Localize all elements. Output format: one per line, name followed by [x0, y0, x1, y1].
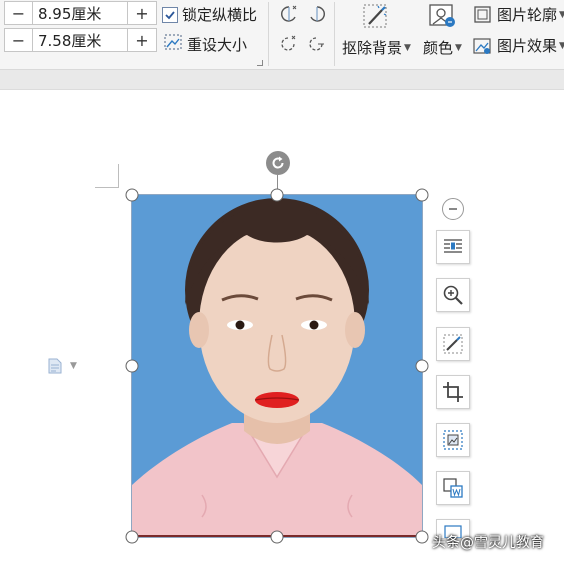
rotate-icon: [272, 156, 284, 169]
rotate-handle[interactable]: [266, 151, 290, 175]
flip-vertical-button[interactable]: [306, 34, 328, 54]
rotate-left-button[interactable]: [278, 4, 300, 24]
layout-options-button[interactable]: [436, 230, 470, 264]
quick-remove-background-button[interactable]: [436, 327, 470, 361]
dropdown-caret-icon: ▼: [70, 361, 77, 371]
remove-background-button[interactable]: 抠除背景 ▼: [342, 37, 411, 58]
crop-icon: [443, 382, 463, 402]
dropdown-caret-icon: ▼: [404, 42, 411, 53]
remove-bg-icon: [443, 334, 463, 354]
height-input[interactable]: 7.58厘米: [33, 29, 128, 51]
height-increase-button[interactable]: +: [128, 29, 156, 51]
width-increase-button[interactable]: +: [128, 2, 156, 24]
width-decrease-button[interactable]: −: [5, 2, 33, 24]
picture-outline-button[interactable]: 图片轮廓 ▼: [472, 4, 564, 25]
flip-horizontal-button[interactable]: [278, 34, 300, 54]
picture-outline-icon: [474, 5, 491, 23]
dropdown-caret-icon: ▼: [455, 42, 462, 53]
resize-handle-bottom-left[interactable]: [125, 530, 139, 544]
rotate-right-icon: [310, 6, 325, 22]
lock-aspect-ratio-label: 锁定纵横比: [182, 6, 258, 24]
resize-handle-bottom-right[interactable]: [415, 530, 429, 544]
crop-button[interactable]: [436, 375, 470, 409]
zoom-picture-button[interactable]: [436, 278, 470, 312]
dropdown-caret-icon: ▼: [559, 9, 564, 20]
document-icon: [48, 358, 62, 374]
width-input[interactable]: 8.95厘米: [33, 2, 128, 24]
picture-effects-label: 图片效果: [497, 37, 558, 55]
picture-effects-icon: [473, 37, 491, 54]
color-button[interactable]: 颜色 ▼: [423, 37, 462, 58]
picture-frame-icon: [443, 430, 463, 450]
remove-background-icon-button[interactable]: [360, 2, 390, 30]
zoom-icon: [443, 285, 463, 305]
dropdown-caret-icon: ▼: [559, 40, 564, 51]
collapse-icon: [449, 208, 457, 210]
picture-frame-button[interactable]: [436, 423, 470, 457]
picture-to-word-button[interactable]: [436, 471, 470, 505]
resize-handle-right[interactable]: [415, 359, 429, 373]
page-margin-corner: [95, 164, 119, 188]
rotate-stem: [277, 175, 278, 189]
resize-handle-bottom[interactable]: [270, 530, 284, 544]
watermark: 头条@雪灵儿教育: [432, 535, 544, 551]
reset-size-label: 重设大小: [187, 35, 248, 54]
resize-handle-top-left[interactable]: [125, 188, 139, 202]
rotate-left-icon: [281, 5, 297, 22]
paragraph-options-button[interactable]: ▼: [46, 357, 82, 375]
magic-wand-icon: [363, 4, 387, 28]
picture-tools-ribbon: − 8.95厘米 + − 7.58厘米 + 锁定纵横比 重设大小 抠除背景 ▼ …: [0, 0, 564, 70]
height-decrease-button[interactable]: −: [5, 29, 33, 51]
reset-size-icon: [163, 33, 183, 55]
remove-background-label: 抠除背景: [342, 39, 403, 57]
id-photo-image[interactable]: [131, 194, 423, 538]
lock-aspect-ratio-checkbox[interactable]: 锁定纵横比: [162, 4, 257, 25]
flip-horizontal-icon: [281, 35, 296, 51]
color-icon-button[interactable]: [427, 2, 457, 30]
layout-options-icon: [444, 239, 462, 253]
portrait-photo: [132, 195, 422, 537]
ribbon-separator: [268, 2, 269, 66]
ruler-band: [0, 70, 564, 90]
picture-color-icon: [429, 4, 455, 27]
checkbox-checked-icon: [162, 6, 178, 23]
color-label: 颜色: [423, 39, 454, 57]
size-dialog-launcher-icon[interactable]: [257, 60, 263, 66]
ribbon-separator: [334, 2, 335, 66]
collapse-toolbar-button[interactable]: [442, 198, 464, 220]
picture-outline-label: 图片轮廓: [497, 6, 558, 24]
height-stepper[interactable]: − 7.58厘米 +: [4, 28, 157, 52]
rotate-right-button[interactable]: [306, 4, 328, 24]
resize-handle-top[interactable]: [270, 188, 284, 202]
reset-size-button[interactable]: 重设大小: [163, 33, 247, 55]
resize-handle-left[interactable]: [125, 359, 139, 373]
width-stepper[interactable]: − 8.95厘米 +: [4, 1, 157, 25]
resize-handle-top-right[interactable]: [415, 188, 429, 202]
flip-vertical-icon: [309, 37, 324, 51]
picture-effects-button[interactable]: 图片效果 ▼: [472, 35, 564, 56]
convert-to-word-icon: [443, 478, 463, 498]
